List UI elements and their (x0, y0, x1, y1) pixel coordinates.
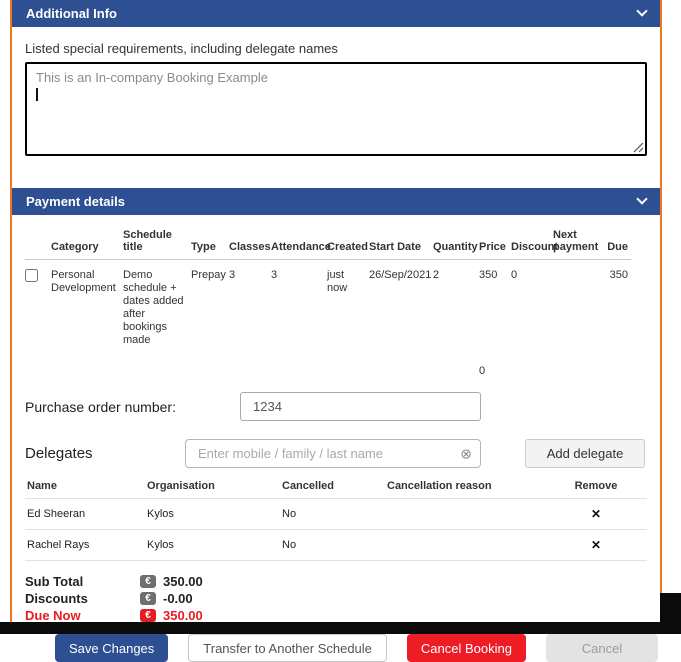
remove-delegate-icon[interactable]: ✕ (591, 538, 601, 552)
text-caret (36, 88, 38, 101)
sub-total-row: Sub Total € 350.00 (25, 573, 647, 590)
purchase-order-label: Purchase order number: (25, 399, 240, 415)
payment-table-header-row: Category Schedule title Type Classes Att… (25, 223, 631, 260)
discounts-label: Discounts (25, 591, 140, 606)
col-attendance: Attendance (271, 223, 327, 260)
cell-schedule-title: Demo schedule + dates added after bookin… (123, 260, 191, 352)
sub-total-label: Sub Total (25, 574, 140, 589)
delegate-name: Ed Sheeran (25, 499, 145, 530)
cell-classes: 3 (229, 260, 271, 352)
col-classes: Classes (229, 223, 271, 260)
delegate-cancelled: No (280, 499, 385, 530)
col-discount: Discount (511, 223, 553, 260)
cancel-booking-button[interactable]: Cancel Booking (407, 634, 526, 662)
cell-start-date: 26/Sep/2021 (369, 260, 433, 352)
delegate-organisation: Kylos (145, 530, 280, 561)
special-requirements-textarea[interactable]: This is an In-company Booking Example (25, 62, 647, 156)
textarea-text: This is an In-company Booking Example (36, 70, 268, 85)
delegate-cancellation-reason (385, 530, 545, 561)
col-quantity: Quantity (433, 223, 479, 260)
delegate-name: Rachel Rays (25, 530, 145, 561)
remove-delegate-icon[interactable]: ✕ (591, 507, 601, 521)
requirements-label: Listed special requirements, including d… (25, 41, 647, 56)
cell-due: 350 (601, 260, 631, 352)
add-delegate-button[interactable]: Add delegate (525, 439, 645, 468)
col-remove: Remove (545, 474, 647, 499)
save-changes-button[interactable]: Save Changes (55, 634, 168, 662)
delegate-row: Ed Sheeran Kylos No ✕ (25, 499, 647, 530)
transfer-schedule-button[interactable]: Transfer to Another Schedule (188, 634, 387, 662)
delegate-cancellation-reason (385, 499, 545, 530)
cell-type: Prepay (191, 260, 229, 352)
euro-badge: € (140, 592, 156, 605)
delegate-search-input[interactable] (185, 439, 481, 468)
due-now-label: Due Now (25, 608, 140, 623)
col-category: Category (51, 223, 123, 260)
delegate-search-wrap: ⊗ (185, 439, 481, 468)
col-created: Created (327, 223, 369, 260)
cell-discount: 0 (511, 260, 553, 352)
action-bar: Save Changes Transfer to Another Schedul… (0, 634, 681, 662)
col-cancellation-reason: Cancellation reason (385, 474, 545, 499)
delegates-title: Delegates (25, 445, 185, 462)
col-cancelled: Cancelled (280, 474, 385, 499)
payment-details-header[interactable]: Payment details (12, 188, 660, 215)
select-all-header (25, 223, 51, 260)
delegate-row: Rachel Rays Kylos No ✕ (25, 530, 647, 561)
col-organisation: Organisation (145, 474, 280, 499)
due-now-value: 350.00 (163, 608, 203, 623)
cell-created: just now (327, 260, 369, 352)
cell-price: 350 (479, 260, 511, 352)
payment-summary: Sub Total € 350.00 Discounts € -0.00 Due… (25, 573, 647, 629)
purchase-order-row: Purchase order number: (25, 392, 647, 421)
delegates-row: Delegates ⊗ Add delegate (25, 439, 647, 468)
cell-attendance: 3 (271, 260, 327, 352)
col-due: Due (601, 223, 631, 260)
delegate-cancelled: No (280, 530, 385, 561)
additional-info-header[interactable]: Additional Info (12, 0, 660, 27)
cell-quantity: 2 (433, 260, 479, 352)
discounts-value: -0.00 (163, 591, 193, 606)
payment-table-row: Personal Development Demo schedule + dat… (25, 260, 631, 352)
col-price: Price (479, 223, 511, 260)
page-bottom-background (0, 622, 681, 634)
additional-info-body: Listed special requirements, including d… (12, 41, 660, 156)
discounts-row: Discounts € -0.00 (25, 590, 647, 607)
payment-row-checkbox[interactable] (25, 269, 38, 282)
payment-details-body: Category Schedule title Type Classes Att… (12, 223, 660, 629)
delegate-organisation: Kylos (145, 499, 280, 530)
additional-info-title: Additional Info (26, 6, 117, 21)
payment-table: Category Schedule title Type Classes Att… (25, 223, 631, 382)
cell-next-payment (553, 260, 601, 352)
payment-details-title: Payment details (26, 194, 125, 209)
col-name: Name (25, 474, 145, 499)
chevron-down-icon (636, 193, 647, 204)
col-schedule-title: Schedule title (123, 223, 191, 260)
sub-total-value: 350.00 (163, 574, 203, 589)
resize-grip-icon[interactable] (633, 142, 644, 153)
booking-modal: Additional Info Listed special requireme… (10, 0, 662, 631)
clear-search-icon[interactable]: ⊗ (460, 446, 472, 460)
col-type: Type (191, 223, 229, 260)
purchase-order-input[interactable] (240, 392, 481, 421)
scrollbar-corner (660, 593, 681, 634)
chevron-down-icon (636, 5, 647, 16)
col-start-date: Start Date (369, 223, 433, 260)
delegates-table-header-row: Name Organisation Cancelled Cancellation… (25, 474, 647, 499)
col-next-payment: Next payment (553, 223, 601, 260)
cell-category: Personal Development (51, 260, 123, 352)
euro-badge: € (140, 609, 156, 622)
euro-badge: € (140, 575, 156, 588)
price-total: 0 (479, 351, 511, 382)
cancel-button[interactable]: Cancel (546, 634, 658, 662)
delegates-table: Name Organisation Cancelled Cancellation… (25, 474, 647, 561)
payment-table-totals-row: 0 (25, 351, 631, 382)
